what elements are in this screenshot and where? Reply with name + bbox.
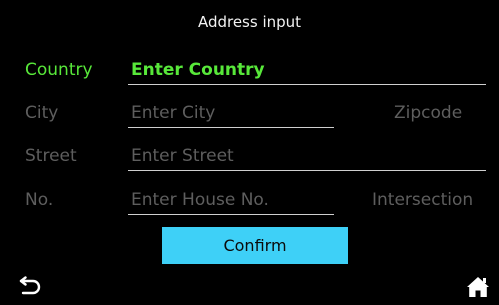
- house-number-label: No.: [25, 190, 54, 210]
- zipcode-button[interactable]: Zipcode: [394, 103, 462, 123]
- back-button[interactable]: [18, 276, 42, 298]
- street-field[interactable]: Enter Street: [131, 146, 234, 166]
- intersection-button[interactable]: Intersection: [372, 190, 473, 210]
- city-label: City: [25, 103, 59, 123]
- home-button[interactable]: [466, 275, 490, 299]
- house-number-underline: [128, 214, 334, 215]
- country-field[interactable]: Enter Country: [131, 60, 265, 80]
- page-title: Address input: [197, 13, 302, 31]
- country-label: Country: [25, 60, 93, 80]
- city-underline: [128, 127, 334, 128]
- city-field[interactable]: Enter City: [131, 103, 215, 123]
- country-underline: [128, 84, 486, 85]
- home-icon: [467, 277, 489, 297]
- street-label: Street: [25, 146, 77, 166]
- back-arrow-icon: [19, 276, 41, 295]
- street-underline: [128, 170, 486, 171]
- house-number-field[interactable]: Enter House No.: [131, 190, 269, 210]
- confirm-button[interactable]: Confirm: [162, 227, 348, 264]
